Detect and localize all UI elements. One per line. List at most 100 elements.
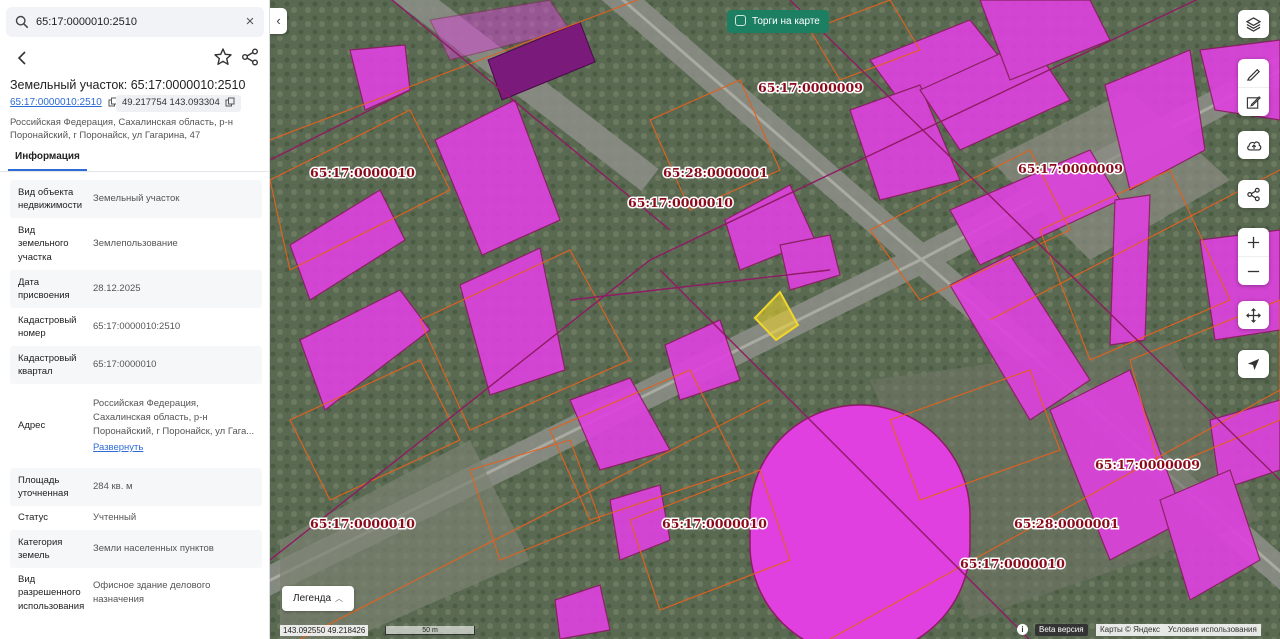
info-panel: × Земельный участок: 65:17:0000010:2510 …	[0, 0, 270, 639]
quarter-label: 65:28:0000001	[1014, 516, 1119, 531]
quarter-label: 65:17:0000009	[1095, 457, 1200, 472]
property-value: 28.12.2025	[93, 283, 141, 294]
layers-button[interactable]	[1238, 10, 1269, 38]
cloud-upload-icon	[1247, 141, 1262, 151]
property-row: Статус Учтенный	[10, 506, 262, 530]
geolocation-control[interactable]	[1238, 350, 1269, 378]
property-key: Вид разрешенного использования	[18, 573, 85, 612]
zoom-in-button[interactable]	[1238, 228, 1269, 256]
map-imagery: 65:17:0000009 65:17:0000010 65:28:000000…	[270, 0, 1280, 639]
layers-control[interactable]	[1238, 10, 1269, 38]
pan-control[interactable]	[1238, 301, 1269, 329]
property-value: Землепользование	[93, 238, 178, 249]
property-row: Вид разрешенного использования Офисное з…	[10, 568, 262, 618]
quarter-label: 65:17:0000009	[758, 80, 863, 95]
property-row: Вид земельного участка Землепользование	[10, 218, 262, 270]
terms-link[interactable]: Условия использования	[1168, 625, 1257, 634]
plus-icon	[1247, 236, 1260, 249]
back-arrow-icon[interactable]	[12, 48, 32, 68]
property-value: Земельный участок	[93, 193, 180, 204]
property-value: Земли населенных пунктов	[93, 543, 214, 554]
info-icon[interactable]: i	[1017, 624, 1028, 635]
quarter-label: 65:17:0000010	[662, 516, 767, 531]
property-key: Площадь уточненная	[18, 474, 69, 500]
property-key: Адрес	[18, 420, 46, 432]
coords-text: 49.217754 143.093304	[122, 97, 220, 108]
search-icon	[15, 15, 29, 29]
share-map-button[interactable]	[1238, 180, 1269, 208]
edit-icon	[1246, 96, 1261, 109]
property-value: Российская Федерация, Сахалинская област…	[93, 398, 255, 437]
copyright-text: Карты © Яндекс	[1100, 625, 1161, 634]
navigation-arrow-icon	[1247, 358, 1260, 371]
zoom-out-button[interactable]	[1238, 257, 1269, 285]
minus-icon	[1247, 270, 1260, 273]
tab-divider	[0, 171, 269, 172]
chevron-left-icon: ‹	[276, 13, 281, 28]
star-icon[interactable]	[213, 47, 233, 67]
cad-number-link[interactable]: 65:17:0000010:2510	[10, 97, 102, 108]
quarter-label: 65:17:0000010	[960, 556, 1065, 571]
move-icon	[1246, 308, 1261, 323]
share-icon	[1247, 187, 1260, 202]
quarter-label: 65:17:0000010	[628, 195, 733, 210]
property-row: Площадь уточненная 284 кв. м	[10, 468, 262, 506]
property-key: Дата присвоения	[18, 276, 70, 302]
search-bar: ×	[6, 7, 264, 37]
properties-table: Вид объекта недвижимости Земельный участ…	[10, 180, 262, 618]
clear-search-icon[interactable]: ×	[242, 14, 258, 30]
expand-link[interactable]: Развернуть	[93, 441, 143, 455]
object-address: Российская Федерация, Сахалинская област…	[10, 117, 233, 141]
pan-button[interactable]	[1238, 301, 1269, 329]
upload-button[interactable]	[1238, 131, 1269, 159]
legend-button[interactable]: Легенда ︿	[282, 586, 355, 611]
edit-button[interactable]	[1238, 88, 1269, 116]
collapse-panel-button[interactable]: ‹	[270, 8, 287, 34]
quarter-label: 65:17:0000010	[310, 165, 415, 180]
property-key: Категория земель	[18, 536, 63, 562]
property-row: Кадастровый номер 65:17:0000010:2510	[10, 308, 262, 346]
zoom-controls	[1238, 228, 1269, 285]
property-row: Кадастровый квартал 65:17:0000010	[10, 346, 262, 384]
cursor-coords: 143.092550 49.218426	[280, 625, 369, 636]
search-input[interactable]	[36, 7, 241, 37]
property-row: Категория земель Земли населенных пункто…	[10, 530, 262, 568]
scale-bar: 50 m	[385, 626, 475, 635]
property-key: Статус	[18, 512, 49, 524]
ruler-button[interactable]	[1238, 59, 1269, 87]
property-value: 65:17:0000010	[93, 359, 157, 370]
property-row: Адрес Российская Федерация, Сахалинская …	[10, 384, 262, 468]
share-map-control[interactable]	[1238, 180, 1269, 208]
torgi-toggle[interactable]: Торги на карте	[727, 10, 829, 33]
property-key: Вид объекта недвижимости	[18, 186, 83, 212]
quarter-label: 65:17:0000009	[1018, 161, 1123, 176]
property-value-wrap: Российская Федерация, Сахалинская област…	[89, 397, 262, 455]
property-value: 284 кв. м	[93, 481, 133, 492]
beta-badge: Beta версия	[1035, 624, 1088, 636]
legend-label: Легенда	[293, 593, 332, 604]
draw-tools	[1238, 59, 1269, 116]
property-value: Учтенный	[93, 512, 137, 523]
property-row: Дата присвоения 28.12.2025	[10, 270, 262, 308]
property-value: Офисное здание делового назначения	[93, 580, 211, 605]
object-title: Земельный участок: 65:17:0000010:2510	[10, 78, 246, 92]
map-canvas[interactable]: 65:17:0000009 65:17:0000010 65:28:000000…	[270, 0, 1280, 639]
geolocation-button[interactable]	[1238, 350, 1269, 378]
panel-toolbar	[0, 44, 269, 70]
property-key: Кадастровый квартал	[18, 352, 77, 378]
upload-control[interactable]	[1238, 131, 1269, 159]
chevron-up-icon: ︿	[335, 594, 344, 603]
checkbox-icon[interactable]	[735, 14, 746, 26]
quarter-label: 65:17:0000010	[310, 516, 415, 531]
property-value: 65:17:0000010:2510	[93, 321, 181, 332]
coords-chip: 49.217754 143.093304	[116, 95, 242, 112]
copy-icon[interactable]	[225, 97, 235, 107]
pencil-icon	[1246, 68, 1260, 81]
tab-info[interactable]: Информация	[8, 148, 87, 171]
layers-icon	[1246, 17, 1261, 32]
share-icon[interactable]	[240, 47, 260, 67]
torgi-label: Торги на карте	[752, 16, 820, 27]
property-key: Вид земельного участка	[18, 224, 69, 263]
property-row: Вид объекта недвижимости Земельный участ…	[10, 180, 262, 218]
quarter-label: 65:28:0000001	[663, 165, 768, 180]
